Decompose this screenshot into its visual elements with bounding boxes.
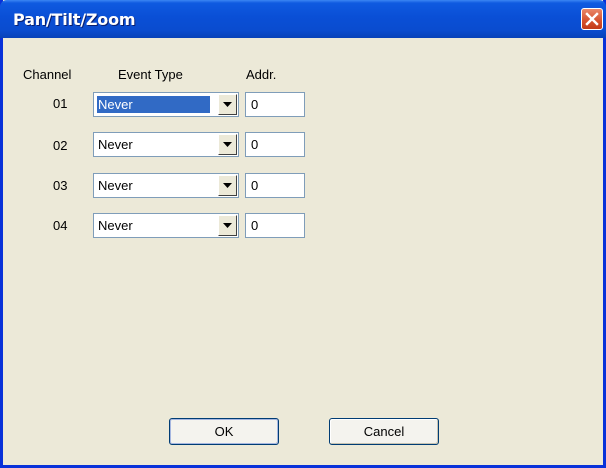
close-icon [585, 12, 599, 26]
event-type-select[interactable]: Never [93, 92, 239, 117]
chevron-down-icon [223, 102, 232, 107]
dropdown-button[interactable] [218, 175, 237, 196]
chevron-down-icon [223, 223, 232, 228]
event-type-value: Never [98, 218, 133, 233]
cancel-button[interactable]: Cancel [329, 418, 439, 445]
channel-label: 01 [53, 96, 68, 111]
ok-button[interactable]: OK [169, 418, 279, 445]
addr-input[interactable]: 0 [245, 132, 305, 157]
close-button[interactable] [581, 8, 603, 30]
addr-input[interactable]: 0 [245, 92, 305, 117]
title-bar[interactable]: Pan/Tilt/Zoom [0, 0, 606, 38]
dialog-window: Pan/Tilt/Zoom Channel Event Type Addr. 0… [0, 0, 606, 468]
channel-label: 03 [53, 178, 68, 193]
dropdown-button[interactable] [218, 94, 237, 115]
channel-label: 02 [53, 138, 68, 153]
dropdown-button[interactable] [218, 215, 237, 236]
addr-input[interactable]: 0 [245, 213, 305, 238]
event-type-value: Never [98, 178, 133, 193]
chevron-down-icon [223, 142, 232, 147]
dropdown-button[interactable] [218, 134, 237, 155]
event-type-header: Event Type [118, 67, 183, 82]
event-type-value: Never [97, 96, 210, 113]
event-type-select[interactable]: Never [93, 213, 239, 238]
channel-label: 04 [53, 218, 68, 233]
event-type-select[interactable]: Never [93, 173, 239, 198]
window-title: Pan/Tilt/Zoom [13, 10, 136, 29]
chevron-down-icon [223, 183, 232, 188]
event-type-value: Never [98, 137, 133, 152]
event-type-select[interactable]: Never [93, 132, 239, 157]
channel-header: Channel [23, 67, 72, 82]
addr-header: Addr. [246, 67, 277, 82]
addr-input[interactable]: 0 [245, 173, 305, 198]
